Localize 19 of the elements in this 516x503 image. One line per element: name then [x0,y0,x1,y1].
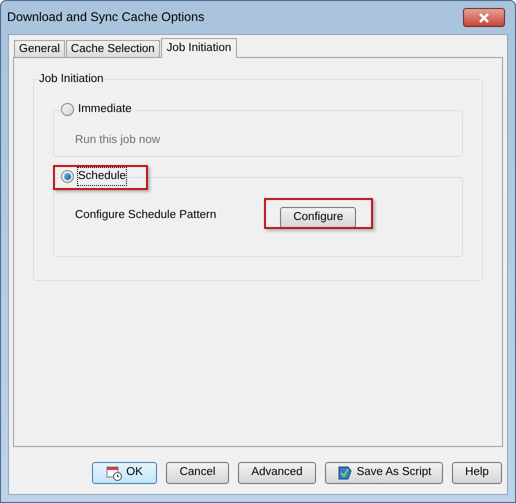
tab[interactable]: Job Initiation [160,38,238,58]
tab[interactable]: Cache Selection [66,40,160,57]
configure-button[interactable]: Configure [280,207,356,228]
dialog-button[interactable]: OK [92,462,157,484]
dialog-button[interactable]: Advanced [238,462,316,484]
tab[interactable]: General [14,40,65,57]
close-icon [478,12,490,22]
dialog-button[interactable]: Cancel [166,462,229,484]
option-description: Run this job now [75,133,160,148]
script-check-icon [336,465,353,481]
calendar-clock-icon [106,465,122,481]
option-description: Configure Schedule Pattern [75,208,216,224]
close-button[interactable] [463,8,505,27]
radio-label[interactable]: Immediate [78,101,132,118]
window-title: Download and Sync Cache Options [7,9,204,26]
dialog-button[interactable]: Save As Script [325,462,443,484]
radio-button[interactable] [61,103,74,116]
radio-button[interactable] [61,170,74,184]
dialog-button[interactable]: Help [452,462,502,484]
